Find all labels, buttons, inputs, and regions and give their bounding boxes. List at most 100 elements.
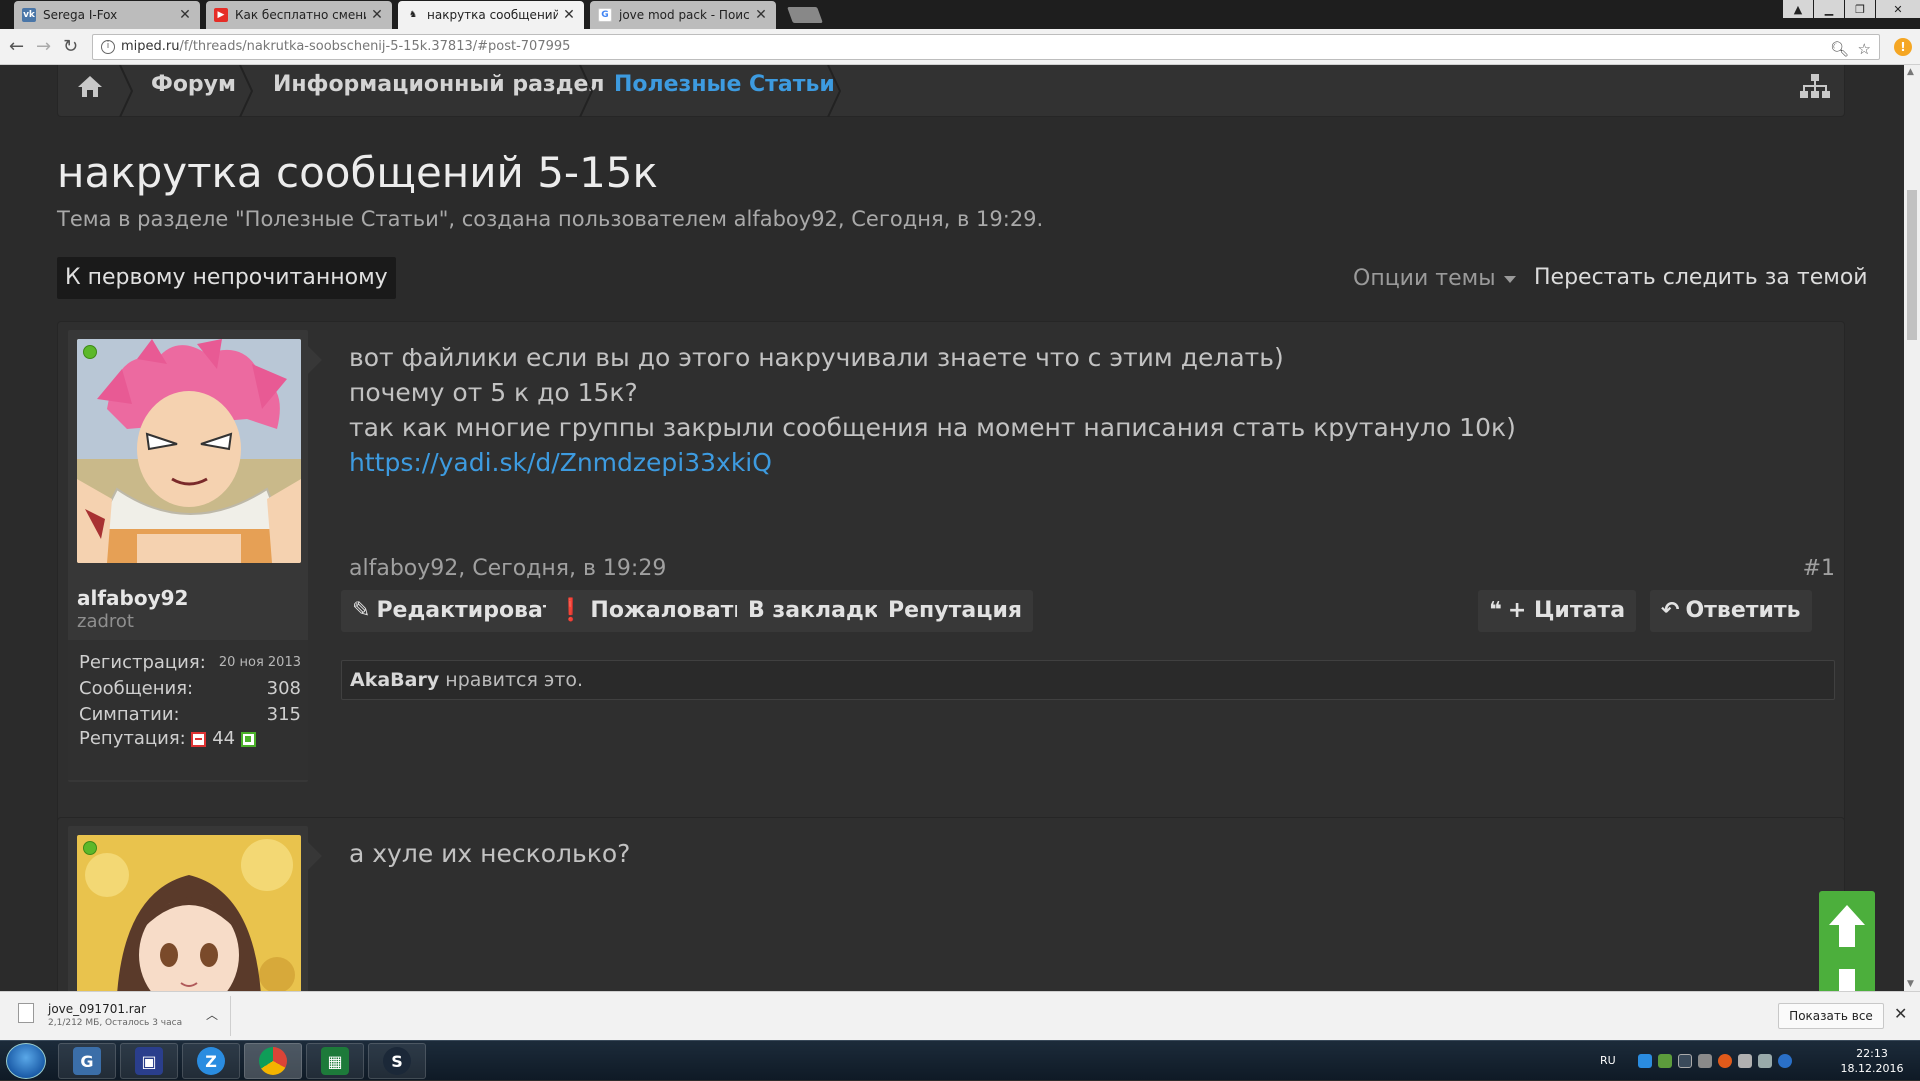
forward-icon[interactable]: → [36, 37, 51, 57]
user-stats: Регистрация: 20 ноя 2013 Сообщения: 308 Си… [68, 640, 308, 780]
url-input[interactable]: i miped.ru/f/threads/nakrutka-soobscheni… [92, 34, 1880, 60]
minimize-icon[interactable]: ▁ [1814, 0, 1844, 18]
home-icon[interactable] [76, 74, 104, 98]
scroll-up-arrow-icon[interactable]: ▲ [1907, 67, 1914, 77]
taskbar-app-chrome[interactable] [244, 1043, 302, 1079]
post-message: вот файлики если вы до этого накручивали… [349, 340, 1809, 480]
youtube-icon: ▶ [214, 8, 228, 22]
floppy-icon: ▣ [135, 1047, 163, 1075]
reputation-button[interactable]: Репутация [877, 590, 1034, 632]
taskbar-app-zona[interactable]: Z [182, 1043, 240, 1079]
close-tab-icon[interactable]: ✕ [562, 7, 576, 23]
chevron-up-icon[interactable]: ︿ [206, 1006, 218, 1023]
system-tray: RU 22:13 18.12.2016 [1600, 1041, 1920, 1081]
page-scrollbar[interactable]: ▲ ▼ [1904, 65, 1920, 991]
close-tab-icon[interactable]: ✕ [370, 7, 384, 23]
extension-icon[interactable]: ! [1894, 38, 1912, 56]
bookmark-star-icon[interactable]: ☆ [1858, 37, 1871, 61]
download-item[interactable]: jove_091701.rar 2,1/212 МБ, Осталось 3 ч… [10, 997, 230, 1035]
zona-tray-icon[interactable] [1638, 1054, 1652, 1068]
edit-button[interactable]: ✎ Редактировать [341, 590, 581, 632]
close-tab-icon[interactable]: ✕ [178, 7, 192, 23]
clock-date: 18.12.2016 [1840, 1062, 1904, 1075]
show-all-downloads-button[interactable]: Показать все [1778, 1003, 1884, 1029]
scroll-down-arrow-icon[interactable]: ▼ [1907, 979, 1914, 989]
close-shelf-icon[interactable]: ✕ [1894, 1004, 1907, 1023]
tab-youtube[interactable]: ▶ Как бесплатно сменить ✕ [206, 1, 392, 29]
online-status-icon [83, 841, 97, 855]
window-close-icon[interactable]: ✕ [1876, 0, 1920, 18]
message-line: а хуле их несколько? [349, 839, 631, 868]
unwatch-thread-link[interactable]: Перестать следить за темой [1534, 265, 1868, 290]
maximize-icon[interactable]: ❐ [1845, 0, 1875, 18]
reputation-value: 44 [212, 728, 236, 749]
steam-tray-icon[interactable] [1678, 1054, 1692, 1068]
zoom-icon[interactable]: 🔍︎ [1830, 37, 1849, 61]
download-filename: jove_091701.rar [48, 1002, 147, 1016]
first-unread-button[interactable]: К первому непрочитанному [57, 257, 396, 299]
reputation-minus-icon[interactable] [191, 731, 207, 747]
yadisk-link[interactable]: https://yadi.sk/d/Znmdzepi33xkiQ [349, 445, 1809, 480]
taskbar-app-steam[interactable]: S [368, 1043, 426, 1079]
download-status: 2,1/212 МБ, Осталось 3 часа [48, 1018, 183, 1028]
reload-icon[interactable]: ↻ [63, 37, 78, 57]
device-tray-icon[interactable] [1698, 1054, 1712, 1068]
breadcrumb-info-section[interactable]: Информационный раздел [273, 65, 605, 117]
thread-description: Тема в разделе "Полезные Статьи", создан… [57, 207, 1044, 231]
online-status-icon [83, 345, 97, 359]
volume-icon[interactable] [1738, 1054, 1752, 1068]
avatar-image-anime-boy [77, 339, 301, 563]
post: а хуле их несколько? [57, 817, 1845, 991]
reply-button[interactable]: ↶ Ответить [1650, 590, 1812, 632]
network-tray-icon[interactable] [1658, 1054, 1672, 1068]
new-tab-button[interactable] [787, 7, 823, 23]
close-tab-icon[interactable]: ✕ [754, 7, 768, 23]
quote-button[interactable]: ❝ + Цитата [1478, 590, 1637, 632]
post-pointer-arrow [308, 346, 322, 374]
reputation-plus-icon[interactable] [240, 731, 256, 747]
info-tray-icon[interactable] [1778, 1054, 1792, 1068]
avatar[interactable] [77, 339, 301, 563]
user-icon[interactable]: ▲ [1783, 0, 1813, 18]
post-number[interactable]: #1 [1803, 556, 1835, 581]
taskbar-app-garena[interactable]: G [58, 1043, 116, 1079]
scrollbar-thumb[interactable] [1907, 190, 1917, 340]
language-indicator[interactable]: RU [1600, 1054, 1616, 1067]
clock[interactable]: 22:13 18.12.2016 [1832, 1046, 1912, 1076]
taskbar-app-spreadsheet[interactable]: ▦ [306, 1043, 364, 1079]
alert-tray-icon[interactable] [1718, 1054, 1732, 1068]
site-info-icon[interactable]: i [101, 40, 115, 54]
vk-icon: vk [22, 8, 36, 22]
breadcrumb-separator [827, 65, 842, 117]
steam-icon: S [383, 1047, 411, 1075]
breadcrumb-forum[interactable]: Форум [151, 65, 236, 117]
address-toolbar: ← → ↻ i miped.ru/f/threads/nakrutka-soob… [0, 29, 1920, 65]
tab-vk[interactable]: vk Serega I-Fox ✕ [14, 1, 200, 29]
tab-title: Serega I-Fox [43, 8, 118, 22]
zona-icon: Z [197, 1047, 225, 1075]
sitemap-icon[interactable] [1800, 73, 1830, 99]
page-title: накрутка сообщений 5-15к [57, 148, 658, 197]
post-author-date[interactable]: alfaboy92, Сегодня, в 19:29 [349, 556, 666, 581]
avatar[interactable] [77, 835, 301, 991]
thread-options-dropdown[interactable]: Опции темы [1353, 266, 1516, 291]
taskbar-app-save[interactable]: ▣ [120, 1043, 178, 1079]
tab-title: Как бесплатно сменить [235, 8, 366, 22]
liker-username[interactable]: AkaBary [350, 669, 439, 691]
stat-registration: Регистрация: 20 ноя 2013 [79, 652, 301, 673]
start-button[interactable] [6, 1043, 46, 1079]
username[interactable]: alfaboy92 [77, 586, 188, 610]
pencil-icon: ✎ [352, 598, 371, 623]
tab-miped-active[interactable]: ♞ накрутка сообщений 5- ✕ [398, 1, 584, 29]
download-shelf: jove_091701.rar 2,1/212 МБ, Осталось 3 ч… [0, 991, 1920, 1040]
back-icon[interactable]: ← [9, 37, 24, 57]
google-icon: G [598, 8, 612, 22]
post: alfaboy92 zadrot Регистрация: 20 ноя 2013… [57, 321, 1845, 854]
reply-arrow-icon: ↶ [1661, 598, 1680, 623]
breadcrumb-useful-articles[interactable]: Полезные Статьи [614, 65, 835, 117]
action-center-icon[interactable] [1758, 1054, 1772, 1068]
scroll-down-icon[interactable] [1819, 959, 1875, 991]
file-icon [18, 1003, 34, 1023]
scroll-up-icon[interactable] [1819, 895, 1875, 957]
tab-google[interactable]: G jove mod pack - Поиск в ✕ [590, 1, 776, 29]
